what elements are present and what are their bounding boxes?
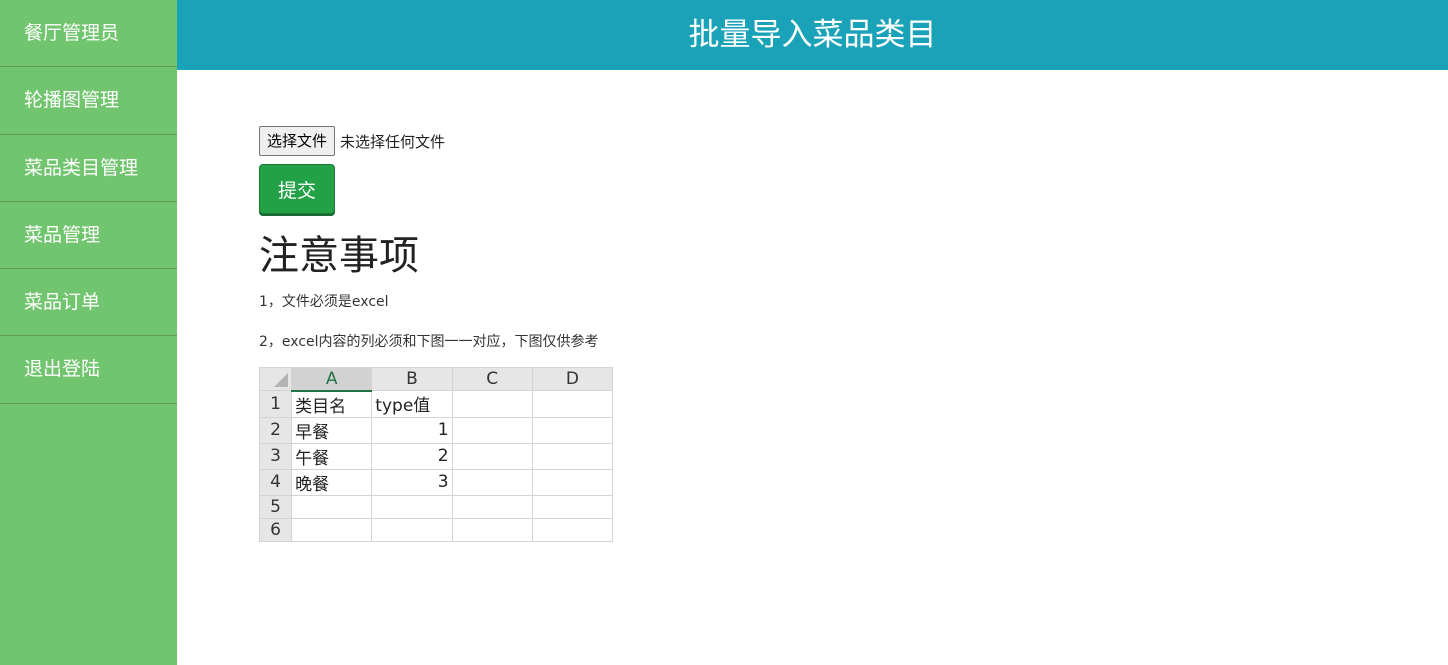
sheet-row-number: 6 xyxy=(258,517,293,542)
sheet-cell xyxy=(451,390,533,418)
sheet-cell xyxy=(291,494,373,519)
sheet-row-number: 3 xyxy=(258,442,293,470)
sheet-row: 3 午餐 2 xyxy=(258,442,614,470)
sidebar-item-category-management[interactable]: 菜品类目管理 xyxy=(0,135,177,202)
sheet-cell xyxy=(371,494,453,519)
sheet-cell: 1 xyxy=(371,416,453,444)
sheet-cell xyxy=(531,416,614,444)
notes-heading: 注意事项 xyxy=(259,233,419,279)
sheet-row: 4 晚餐 3 xyxy=(258,468,614,496)
sheet-column-header-row: A B C D xyxy=(258,367,614,392)
sheet-column-header: B xyxy=(371,367,453,391)
sheet-column-header: D xyxy=(531,367,614,391)
sheet-row: 5 xyxy=(258,494,614,519)
sheet-row-number: 4 xyxy=(258,468,293,496)
page-title: 批量导入菜品类目 xyxy=(688,17,937,53)
file-picker: 选择文件 未选择任何文件 xyxy=(259,126,599,156)
sheet-row: 2 早餐 1 xyxy=(258,416,614,444)
note-line-2: 2，excel内容的列必须和下图一一对应，下图仅供参考 xyxy=(259,334,599,350)
sheet-row-number: 2 xyxy=(258,416,293,444)
sheet-cell: 3 xyxy=(371,468,453,496)
choose-file-button[interactable]: 选择文件 xyxy=(259,126,336,156)
sidebar-item-carousel-management[interactable]: 轮播图管理 xyxy=(0,67,177,135)
sidebar-item-dish-management[interactable]: 菜品管理 xyxy=(0,202,177,270)
sheet-cell xyxy=(531,442,614,470)
note-line-1: 1，文件必须是excel xyxy=(259,294,389,310)
sheet-cell: 2 xyxy=(371,442,453,470)
sheet-row: 1 类目名 type值 xyxy=(258,390,614,418)
sheet-cell xyxy=(451,517,533,542)
sheet-cell xyxy=(451,442,533,470)
sheet-cell: 午餐 xyxy=(291,442,373,470)
sheet-cell xyxy=(451,494,533,519)
sheet-row: 6 xyxy=(258,517,614,542)
sheet-row-number: 1 xyxy=(258,390,293,418)
sheet-cell xyxy=(291,517,373,542)
sheet-cell: 晚餐 xyxy=(291,468,373,496)
sidebar-item-restaurant-admin[interactable]: 餐厅管理员 xyxy=(0,0,177,68)
sheet-cell xyxy=(531,468,614,496)
sheet-row-number: 5 xyxy=(258,494,293,519)
sheet-cell xyxy=(451,416,533,444)
main-content: 选择文件 未选择任何文件 提交 注意事项 1，文件必须是excel 2，exce… xyxy=(258,126,614,542)
file-status-text: 未选择任何文件 xyxy=(340,132,446,151)
sheet-column-header: C xyxy=(451,367,533,391)
excel-example-sheet: A B C D 1 类目名 type值 2 早餐 1 3 午餐 2 4 晚餐 3… xyxy=(258,367,614,542)
sheet-cell: 类目名 xyxy=(291,390,373,418)
sheet-cell xyxy=(531,390,614,418)
sheet-cell xyxy=(531,494,614,519)
submit-button[interactable]: 提交 xyxy=(259,164,335,214)
page-header: 批量导入菜品类目 xyxy=(177,0,1448,70)
sheet-cell: type值 xyxy=(371,390,453,418)
sheet-column-header: A xyxy=(291,367,373,392)
sidebar-item-dish-orders[interactable]: 菜品订单 xyxy=(0,269,177,337)
sheet-cell: 早餐 xyxy=(291,416,373,444)
sheet-cell xyxy=(451,468,533,496)
sidebar: 餐厅管理员 轮播图管理 菜品类目管理 菜品管理 菜品订单 退出登陆 xyxy=(0,0,177,665)
sheet-cell xyxy=(371,517,453,542)
sheet-cell xyxy=(531,517,614,542)
sheet-corner xyxy=(258,367,293,391)
sidebar-item-logout[interactable]: 退出登陆 xyxy=(0,336,177,404)
